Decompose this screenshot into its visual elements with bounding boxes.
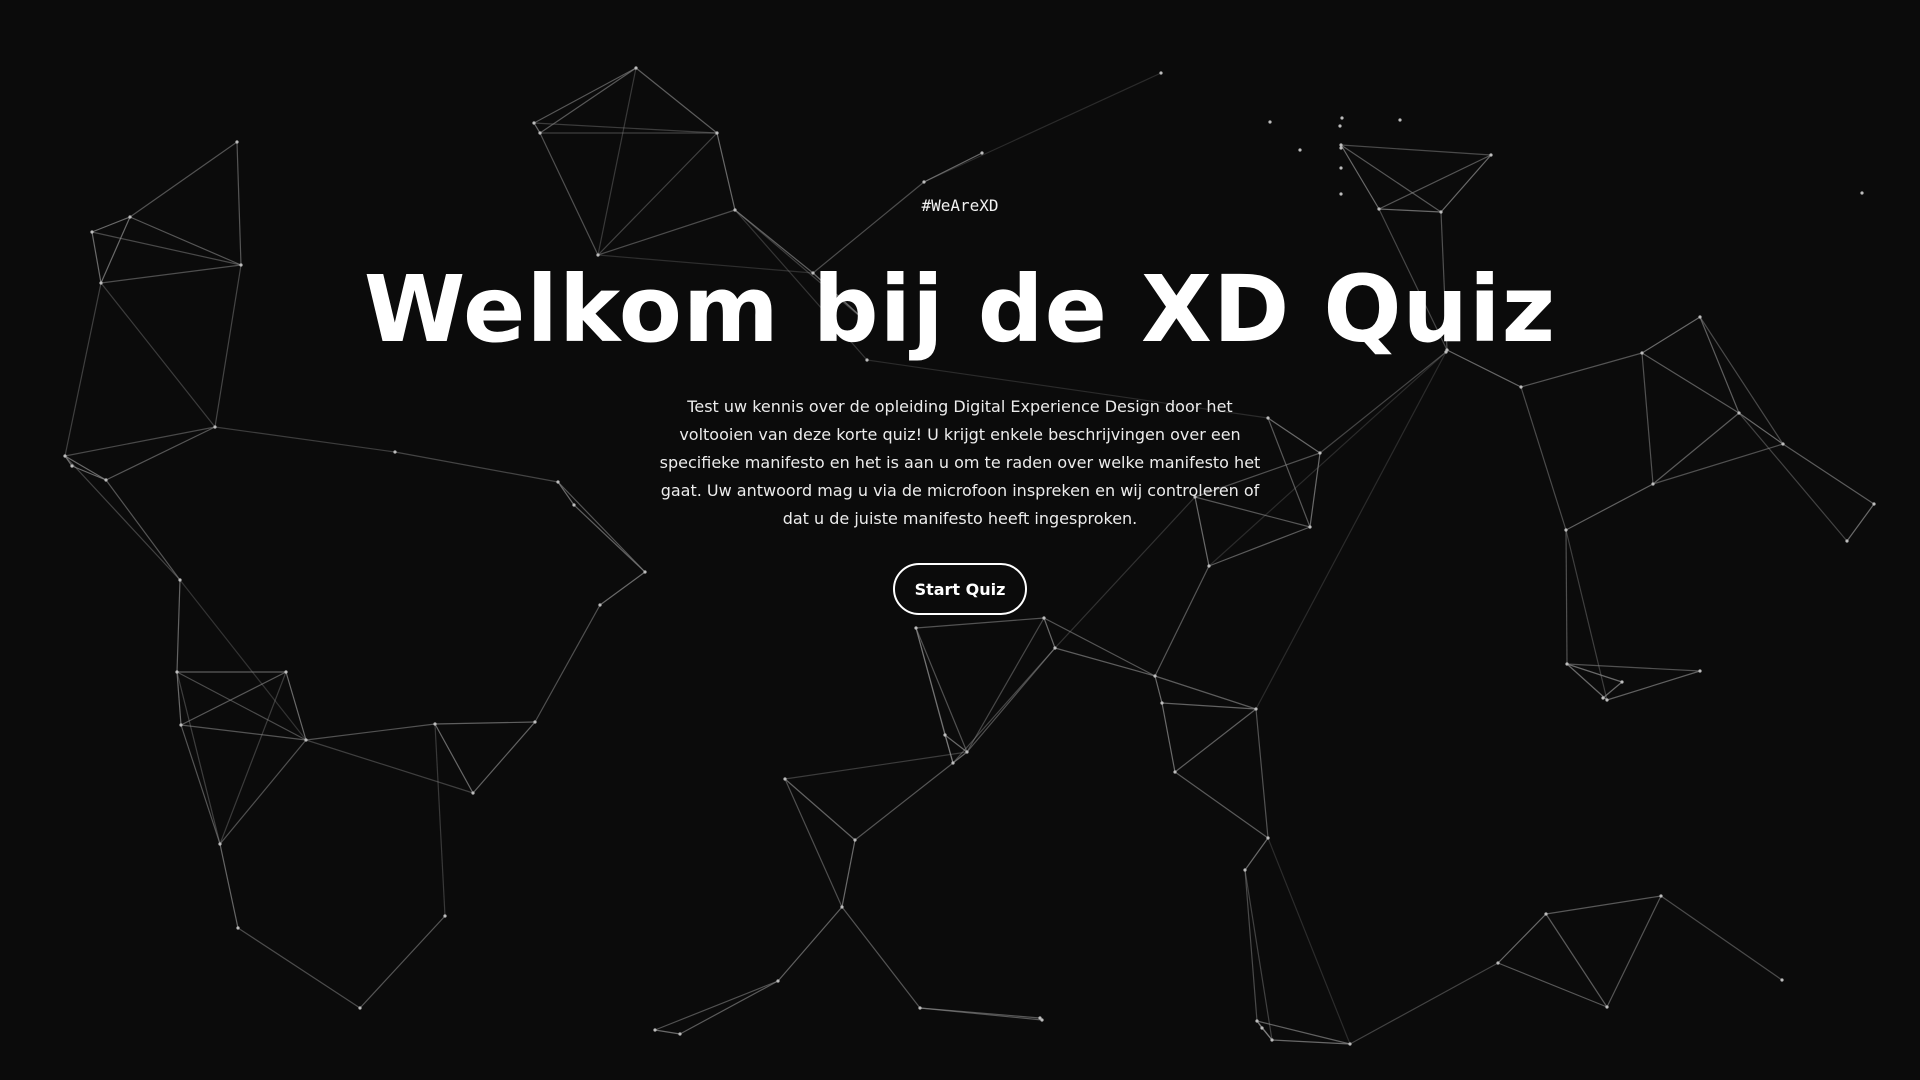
page-title: Welkom bij de XD Quiz: [363, 256, 1557, 363]
hero-section: #WeAreXD Welkom bij de XD Quiz Test uw k…: [0, 0, 1920, 1080]
start-quiz-button[interactable]: Start Quiz: [893, 563, 1027, 615]
intro-text: Test uw kennis over de opleiding Digital…: [659, 397, 1261, 528]
hashtag-label: #WeAreXD: [921, 196, 999, 215]
